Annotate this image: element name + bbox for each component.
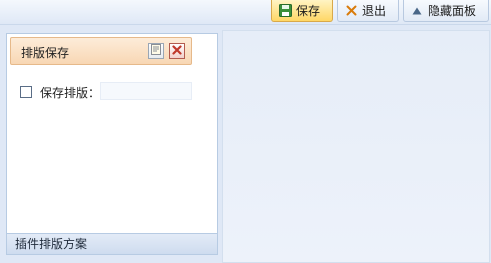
save-layout-checkbox[interactable] bbox=[20, 86, 32, 98]
layout-save-item-label: 排版保存 bbox=[21, 46, 70, 60]
close-x-icon bbox=[344, 4, 358, 18]
hide-panel-button[interactable]: 隐藏面板 bbox=[403, 0, 489, 22]
save-button-label: 保存 bbox=[296, 4, 321, 18]
exit-button[interactable]: 退出 bbox=[337, 0, 399, 22]
exit-button-label: 退出 bbox=[362, 4, 387, 18]
canvas-area bbox=[222, 30, 490, 263]
plugin-layout-panel: 排版保存 保存排版： 插件排版方案 bbox=[6, 33, 218, 255]
delete-button[interactable] bbox=[169, 43, 185, 59]
panel-footer-title: 插件排版方案 bbox=[7, 233, 217, 254]
save-layout-label: 保存排版： bbox=[40, 85, 101, 100]
save-button[interactable]: 保存 bbox=[271, 0, 333, 22]
triangle-up-icon bbox=[410, 4, 424, 18]
save-layout-input[interactable] bbox=[100, 82, 192, 100]
floppy-disk-icon bbox=[278, 4, 292, 18]
hide-panel-button-label: 隐藏面板 bbox=[428, 4, 477, 18]
document-edit-icon bbox=[151, 44, 161, 58]
delete-x-icon bbox=[172, 44, 182, 58]
layout-save-item[interactable]: 排版保存 bbox=[10, 37, 192, 65]
top-toolbar: 保存 退出 隐藏面板 bbox=[0, 0, 491, 25]
save-layout-option: 保存排版： bbox=[20, 84, 100, 100]
edit-button[interactable] bbox=[148, 43, 164, 59]
